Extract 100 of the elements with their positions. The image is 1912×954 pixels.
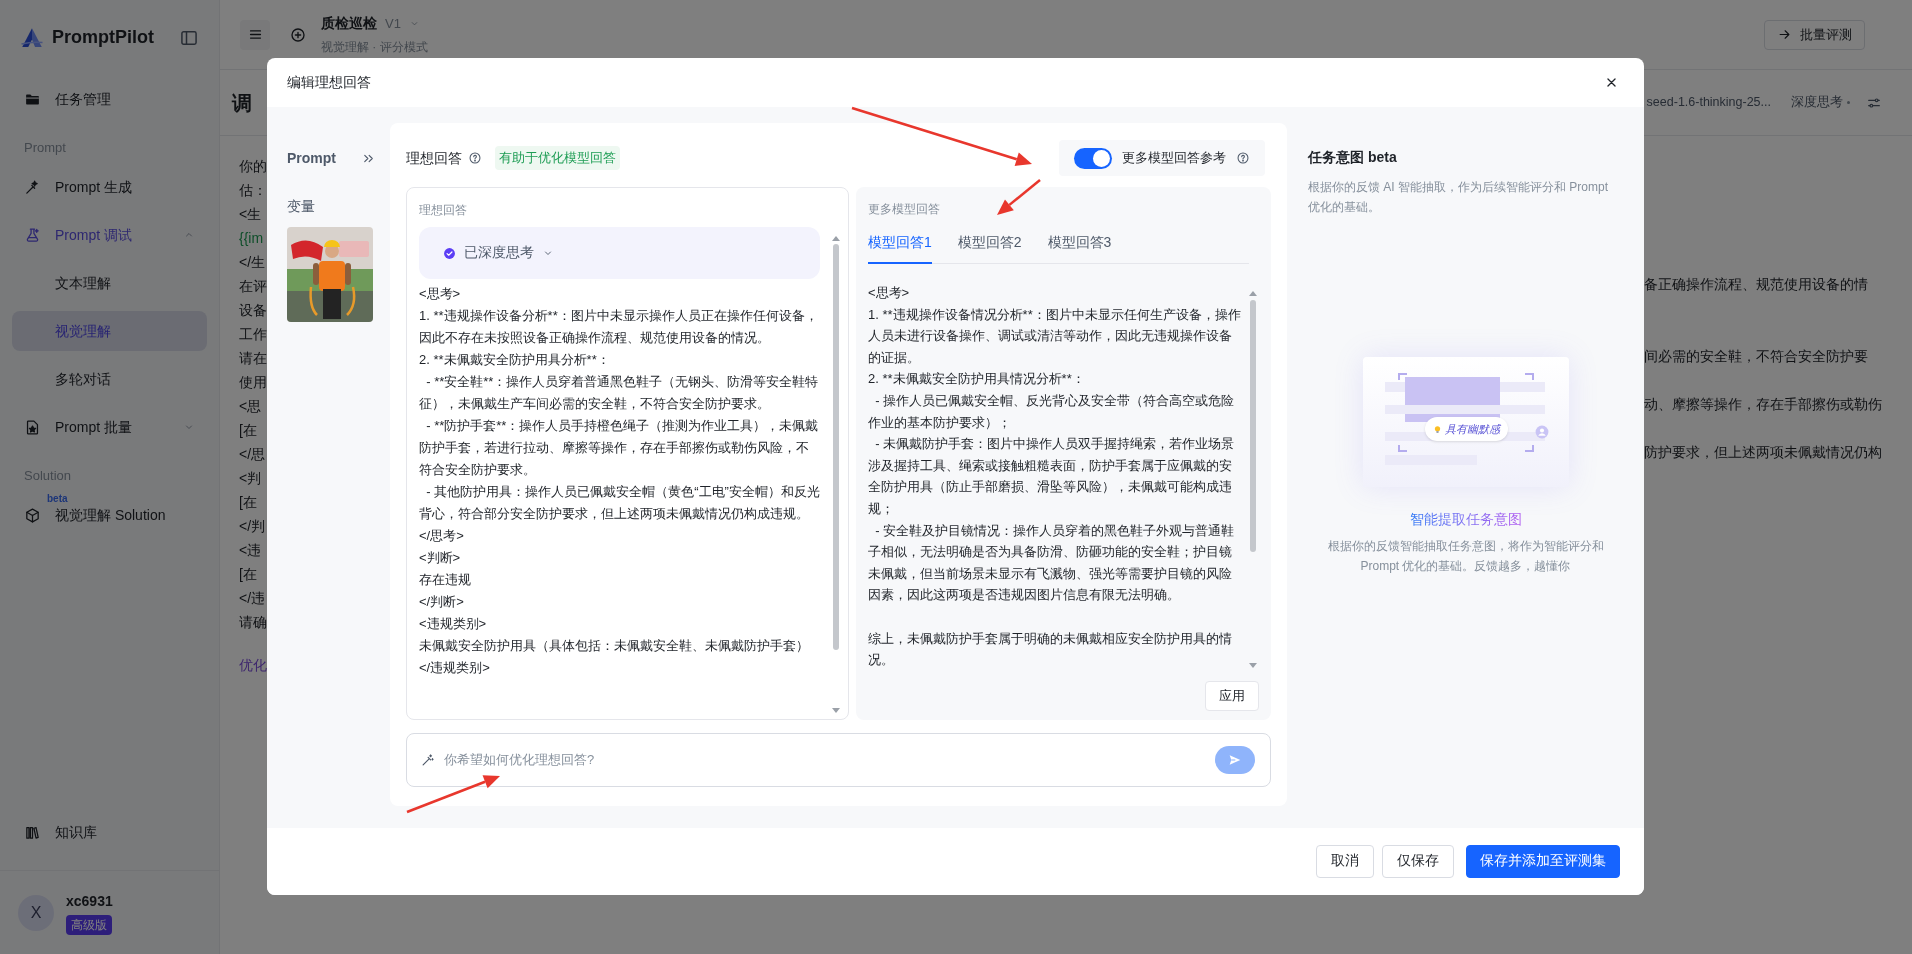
add-icon[interactable]	[289, 25, 307, 44]
help-icon[interactable]	[468, 151, 482, 165]
version-label: V1	[385, 14, 401, 33]
magic-wand-icon	[420, 752, 435, 768]
dialog-button[interactable]: 仅保存	[1382, 845, 1454, 878]
prompt-line: <违	[239, 541, 263, 560]
bulb-icon	[1432, 423, 1442, 435]
sidebar-item[interactable]: beta 视觉理解 Solution	[12, 495, 207, 535]
answer-line: 未佩戴安全防护用具（具体包括：未佩戴安全鞋、未佩戴防护手套）	[419, 637, 810, 655]
menu-button[interactable]	[240, 19, 270, 50]
answer-line: - **安全鞋**：操作人员穿着普通黑色鞋子（无钢头、防滑等安全鞋特征），未佩戴生产车间必需的安全鞋，不符合安全防护要求。	[419, 373, 820, 413]
answer-line: - 安全鞋及护目镜情况：操作人员穿着的黑色鞋子外观与普通鞋子相似，无法明确是否为具备防滑、防砸功能的安全鞋；护目镜未佩戴，但当前场景未显示有飞溅物、强光等需要护目镜的风险因素，因此这两项是否违规因图片信息有限无法明确。	[868, 521, 1236, 605]
prompt-line: [在	[239, 565, 258, 584]
brand-name: PromptPilot	[52, 26, 154, 49]
prompt-line: 估：	[239, 181, 267, 200]
variables-label: 变量	[287, 197, 316, 216]
sidebar-item[interactable]: 任务管理	[12, 79, 207, 119]
project-title: 质检巡检	[321, 14, 377, 33]
answer-line: <思考>	[868, 284, 911, 302]
mode-select[interactable]: 深度思考	[1791, 93, 1850, 112]
help-icon[interactable]	[1236, 151, 1250, 165]
optimize-link[interactable]: 优化	[239, 654, 267, 678]
send-button[interactable]	[1215, 746, 1255, 774]
sidebar-item[interactable]: 多轮对话	[12, 359, 207, 399]
prompt-line: 请确	[239, 613, 267, 632]
arrow-right-icon	[1777, 27, 1792, 42]
panel-title: 任务意图 beta	[1308, 148, 1398, 167]
answer-line: </判断>	[419, 593, 465, 611]
plan-badge: 高级版	[66, 914, 112, 935]
prompt-line: 动、摩擦等操作，存在手部擦伤或勒伤	[1644, 395, 1880, 414]
toggle-switch[interactable]	[1074, 147, 1112, 169]
sidebar-item[interactable]: 视觉理解	[12, 311, 207, 351]
answer-line: 存在违规	[419, 571, 472, 589]
batch-evaluate-button[interactable]: 批量评测	[1764, 19, 1865, 50]
prompt-label: Prompt	[287, 149, 336, 168]
prompt-line: </思	[239, 445, 267, 464]
scroll-down-arrow[interactable]	[832, 708, 840, 713]
check-circle-icon	[443, 246, 456, 260]
document-star-icon	[24, 418, 41, 436]
prompt-line: 使用	[239, 373, 267, 392]
answer-line: 2. **未佩戴安全防护用具情况分析**：	[868, 370, 1086, 389]
answer-line: <违规类别>	[419, 615, 488, 633]
tab[interactable]: 模型回答2	[957, 232, 1022, 264]
prompt-line: [在	[239, 493, 258, 512]
sidebar-item[interactable]: Prompt 批量	[12, 407, 207, 447]
prompt-line: 备正确操作流程、规范使用设备的情	[1644, 275, 1869, 294]
scrollbar-thumb[interactable]	[833, 244, 839, 650]
input-panel[interactable]: 你希望如何优化理想回答?	[406, 733, 1271, 787]
prompt-line: {{im	[239, 229, 265, 248]
prompt-line: 间必需的安全鞋，不符合安全防护要	[1644, 347, 1869, 366]
prompt-line: 你的	[239, 157, 267, 176]
thinking-status: 已深度思考	[464, 243, 534, 262]
answer-line: 1. **违规操作设备情况分析**：图片中未显示任何生产设备，操作人员未进行设备操作、调试或清洁等动作，因此无违规操作设备的证据。	[868, 305, 1241, 367]
answer-line: - **防护手套**：操作人员手持橙色绳子（推测为作业工具），未佩戴防护手套，若进行拉动、摩擦等操作，存在手部擦伤或勒伤风险，不符合安全防护要求。	[419, 417, 820, 479]
toggle-label: 更多模型回答参考	[1122, 149, 1226, 168]
answer-line: <判断>	[419, 549, 462, 567]
prompt-line: 在评	[239, 277, 267, 296]
apply-button[interactable]: 应用	[1205, 681, 1259, 711]
empty-state-text: 根据你的反馈智能抽取任务意图，将作为智能评分和 Prompt 优化的基础。反馈越多，越懂你	[1326, 538, 1605, 575]
prompt-line: 工作	[239, 325, 267, 344]
scrollbar-thumb[interactable]	[1250, 300, 1256, 552]
prompt-line: </生	[239, 253, 267, 272]
answer-line: </思考>	[419, 527, 465, 545]
flask-icon	[24, 226, 41, 244]
answer-line: 2. **未佩戴安全防护用具分析**：	[419, 351, 611, 369]
prompt-line: </违	[239, 589, 267, 608]
sidebar-item[interactable]: Prompt 生成	[12, 167, 207, 207]
answer-line: </违规类别>	[419, 659, 491, 677]
dialog-button[interactable]: 取消	[1316, 845, 1374, 878]
sidebar-item[interactable]: 文本理解	[12, 263, 207, 303]
save-and-add-button[interactable]: 保存并添加至评测集	[1466, 845, 1620, 878]
prompt-line: <思	[239, 397, 263, 416]
tab[interactable]: 模型回答3	[1047, 232, 1112, 264]
prompt-line: 请在	[239, 349, 267, 368]
tab[interactable]: 模型回答1	[868, 232, 932, 264]
prompt-line: 防护要求，但上述两项未佩戴情况仍构	[1644, 443, 1880, 462]
answer-line: <思考>	[419, 285, 462, 303]
beta-label: beta	[47, 492, 68, 506]
user-avatar: X	[18, 894, 54, 931]
model-name: seed-1.6-thinking-25...	[1646, 94, 1771, 112]
page-heading: 调	[232, 90, 252, 116]
annotation-arrow	[997, 179, 1041, 215]
magic-wand-icon	[24, 178, 41, 196]
panel-description: 根据你的反馈 AI 智能抽取，作为后续智能评分和 Prompt 优化的基础。	[1308, 179, 1610, 216]
answer-line: 1. **违规操作设备分析**：图片中未显示操作人员正在操作任何设备，因此不存在未按照设备正确操作流程、规范使用设备的情况。	[419, 307, 819, 347]
prompt-line: 设备	[239, 301, 267, 320]
user-icon	[1534, 425, 1549, 439]
cube-icon	[24, 506, 41, 524]
scroll-up-arrow[interactable]	[1249, 291, 1257, 296]
sidebar-item[interactable]: Prompt 调试	[12, 215, 207, 255]
prompt-line: </判	[239, 517, 267, 536]
prompt-line: <生	[239, 205, 263, 224]
answer-line: - 操作人员已佩戴安全帽、反光背心及安全带（符合高空或危险作业的基本防护要求）；	[868, 391, 1236, 432]
prompt-line: <判	[239, 469, 263, 488]
optimize-input[interactable]: 你希望如何优化理想回答?	[444, 750, 1206, 770]
field-label: 理想回答	[419, 202, 468, 219]
answer-line: - 未佩戴防护手套：图片中操作人员双手握持绳索，若作业场景涉及握持工具、绳索或接触粗糙表面，防护手套属于应佩戴的安全防护用具（防止手部磨损、滑坠等风险），未佩戴可能构成违规；	[868, 435, 1236, 518]
scroll-down-arrow[interactable]	[1249, 663, 1257, 668]
answer-line: 综上，未佩戴防护手套属于明确的未佩戴相应安全防护用具的情况。	[868, 629, 1233, 670]
sidebar-item[interactable]: 知识库	[12, 812, 207, 852]
